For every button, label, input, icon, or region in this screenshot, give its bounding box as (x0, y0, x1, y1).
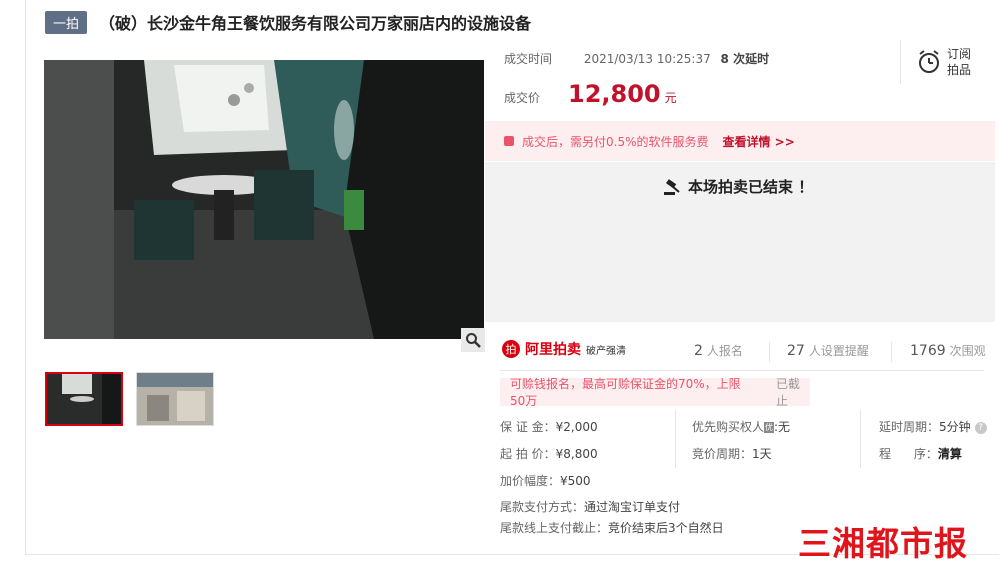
deposit-row: 保 证 金：¥2,000 (500, 420, 598, 434)
alarm-clock-icon (919, 50, 939, 73)
main-photo[interactable] (44, 60, 484, 339)
thumbnail-1[interactable] (45, 372, 123, 426)
divider (500, 370, 984, 371)
subscribe-label: 订阅 拍品 (947, 47, 972, 77)
tail-payment-deadline-row: 尾款线上支付截止：竞价结束后3个自然日 (500, 521, 724, 535)
stats-bar: 拍 阿里拍卖 破产强清 2 人报名 27 人设置提醒 1769 次围观 (485, 330, 995, 370)
svg-text:拍: 拍 (506, 342, 517, 356)
deal-info: 成交时间 2021/03/13 10:25:37 8 次延时 成交价 12,80… (485, 40, 995, 120)
deal-time-label: 成交时间 (504, 52, 553, 66)
deal-time-value: 2021/03/13 10:25:37 (583, 52, 711, 66)
delay-count: 8 次延时 (720, 52, 770, 66)
procedure-row: 程 序：清算 (879, 447, 962, 461)
bid-cycle-row: 竞价周期：1天 (692, 447, 772, 461)
deal-price-row: 成交价 12,800 元 (504, 80, 677, 108)
watermark-logo: 三湘都市报 (798, 524, 968, 563)
view-details-link[interactable]: 查看详情 >> (723, 133, 795, 150)
stat-reminders: 27 人设置提醒 (787, 343, 869, 359)
platform-logo: 拍 阿里拍卖 破产强清 (501, 339, 626, 359)
delay-cycle-row: 延时周期：5分钟? (879, 418, 987, 435)
increment-row: 加价幅度：¥500 (500, 474, 591, 488)
divider (891, 342, 892, 362)
thumbnail-image (47, 374, 121, 424)
title-row: 一拍 （破）长沙金牛角王餐饮服务有限公司万家丽店内的设施设备 (45, 10, 531, 34)
fee-notice-text: 成交后，需另付0.5%的软件服务费 (522, 134, 709, 149)
deal-price-label: 成交价 (504, 91, 541, 105)
deal-price-unit: 元 (664, 91, 677, 105)
auction-ended-message: 本场拍卖已结束 ！ (664, 176, 813, 197)
notice-icon (504, 136, 514, 146)
stat-signups: 2 人报名 (694, 343, 743, 359)
auction-round-tag: 一拍 (45, 10, 88, 34)
page-title: （破）长沙金牛角王餐饮服务有限公司万家丽店内的设施设备 (99, 14, 532, 33)
magnifier-icon (466, 333, 481, 348)
help-icon[interactable]: ? (974, 421, 987, 434)
divider (860, 410, 861, 468)
credit-signup-text: 可赊钱报名，最高可赊保证金的70%，上限50万 (510, 377, 741, 408)
start-price-row: 起 拍 价：¥8,800 (500, 447, 598, 461)
platform-brand: 阿里拍卖 (525, 342, 581, 358)
divider (675, 410, 676, 468)
zoom-button[interactable] (461, 328, 485, 352)
ali-auction-logo-icon: 拍 (502, 340, 520, 358)
credit-signup-status: 已截止 (775, 377, 800, 408)
divider (900, 40, 901, 84)
deal-price-value: 12,800 (568, 80, 661, 108)
auction-status-panel: 本场拍卖已结束 ！ (485, 162, 995, 322)
subscribe-button[interactable]: 订阅 拍品 (917, 46, 971, 78)
thumbnail-image (137, 373, 213, 425)
tail-payment-method-row: 尾款支付方式：通过淘宝订单支付 (500, 500, 681, 514)
deal-time-row: 成交时间 2021/03/13 10:25:37 8 次延时 (504, 50, 769, 67)
priority-buyer-row: 优先购买权人优:无 (692, 420, 791, 434)
credit-signup-notice: 可赊钱报名，最高可赊保证金的70%，上限50万 已截止 (500, 377, 810, 408)
thumbnail-2[interactable] (136, 372, 214, 426)
priority-badge-icon: 优 (764, 422, 775, 433)
divider (769, 342, 770, 362)
stat-views: 1769 次围观 (910, 343, 986, 359)
gavel-icon (664, 178, 680, 195)
fee-notice: 成交后，需另付0.5%的软件服务费 查看详情 >> (485, 121, 995, 161)
restaurant-interior-image (44, 60, 484, 339)
platform-sub: 破产强清 (586, 345, 626, 357)
